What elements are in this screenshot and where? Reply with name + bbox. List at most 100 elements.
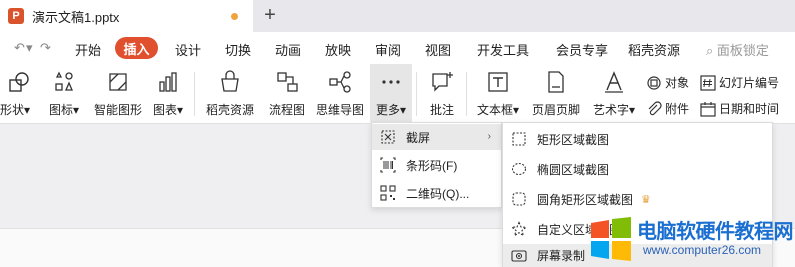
docer-icon: [221, 70, 239, 92]
header-footer-label: 页眉页脚: [531, 103, 580, 117]
ribbon-divider: [416, 72, 417, 116]
barcode-label: 条形码(F): [406, 158, 458, 173]
date-time-button[interactable]: 日期和时间: [700, 100, 779, 117]
attachment-label: 附件: [665, 102, 690, 116]
menu-docer[interactable]: 稻壳资源: [628, 40, 680, 59]
menu-transition[interactable]: 切换: [225, 40, 251, 59]
chart-icon: [159, 72, 177, 92]
watermark-url: www.computer26.com: [643, 243, 762, 257]
comment-button[interactable]: 批注: [422, 64, 462, 122]
menu-developer[interactable]: 开发工具: [477, 40, 529, 59]
caret-icon: ▾: [72, 103, 80, 117]
submenu-arrow-icon: ›: [487, 131, 491, 142]
rect-screenshot-label: 矩形区域截图: [537, 132, 610, 147]
menu-item-qrcode[interactable]: 二维码(Q)...: [372, 180, 501, 206]
undo-icon[interactable]: ↶: [14, 40, 25, 56]
watermark-title: 电脑软硬件教程网: [637, 221, 794, 243]
caret-icon: ▾: [176, 103, 184, 117]
shape-button[interactable]: 形状▾: [0, 64, 38, 122]
docer-resources-button[interactable]: 稻壳资源: [202, 64, 258, 122]
document-title: 演示文稿1.pptx: [32, 9, 120, 25]
star-select-icon: [511, 221, 527, 237]
barcode-icon: [380, 157, 396, 173]
header-footer-icon: [548, 71, 564, 93]
title-tab-bar: P 演示文稿1.pptx +: [0, 0, 795, 32]
rect-select-icon: [512, 132, 526, 146]
site-watermark: 电脑软硬件教程网 www.computer26.com: [589, 213, 795, 267]
menu-review[interactable]: 审阅: [375, 40, 401, 59]
calendar-icon: [700, 101, 716, 117]
menu-slideshow[interactable]: 放映: [325, 40, 351, 59]
smart-graphic-label: 智能图形: [93, 103, 142, 117]
caret-icon: ▾: [512, 103, 520, 117]
document-tab[interactable]: P 演示文稿1.pptx: [0, 0, 253, 32]
slide-number-icon: [700, 74, 716, 91]
chart-button[interactable]: 图表▾: [148, 64, 188, 122]
object-icon: [647, 75, 661, 90]
flowchart-label: 流程图: [268, 103, 305, 117]
flowchart-icon: [277, 72, 298, 92]
smart-graphic-icon: [109, 73, 127, 91]
ellipse-screenshot-label: 椭圆区域截图: [537, 162, 610, 177]
screen-record-label: 屏幕录制: [537, 249, 586, 263]
menu-item-ellipse-screenshot[interactable]: 椭圆区域截图: [503, 154, 772, 184]
docer-label: 稻壳资源: [205, 103, 254, 117]
attachment-button[interactable]: 附件: [646, 100, 689, 117]
more-label: 更多: [375, 103, 400, 117]
wordart-label: 艺术字: [592, 103, 629, 117]
panel-lock-label: 面板锁定: [716, 43, 769, 58]
mindmap-icon: [329, 71, 351, 93]
menu-item-rect-screenshot[interactable]: 矩形区域截图: [503, 124, 772, 154]
search-icon: ⌕: [706, 43, 717, 58]
screen-record-icon: [511, 249, 527, 262]
ribbon-divider: [194, 72, 195, 116]
menu-item-screenshot[interactable]: 截屏 ›: [372, 124, 501, 150]
mindmap-button[interactable]: 思维导图: [313, 64, 367, 122]
caret-icon: ▾: [628, 103, 636, 117]
icons-button[interactable]: 图标▾: [44, 64, 84, 122]
wordart-button[interactable]: 艺术字▾: [588, 64, 640, 122]
chart-label: 图表: [152, 103, 177, 117]
object-label: 对象: [665, 76, 690, 90]
header-footer-button[interactable]: 页眉页脚: [528, 64, 584, 122]
wordart-icon: [605, 71, 623, 93]
paperclip-icon: [648, 100, 662, 115]
object-button[interactable]: 对象: [646, 74, 689, 91]
menu-member[interactable]: 会员专享: [556, 40, 608, 59]
menu-bar: ↶ ▾ ↷ 开始 插入 设计 切换 动画 放映 审阅 视图 开发工具 会员专享 …: [0, 32, 795, 64]
more-dots-icon: [382, 80, 400, 84]
qrcode-label: 二维码(Q)...: [406, 186, 470, 201]
menu-home[interactable]: 开始: [75, 40, 101, 59]
textbox-button[interactable]: 文本框▾: [472, 64, 524, 122]
textbox-label: 文本框: [476, 103, 513, 117]
rounded-rect-select-icon: [512, 192, 526, 206]
panel-lock-toggle[interactable]: ⌕ 面板锁定: [706, 40, 769, 59]
menu-item-rounded-rect-screenshot[interactable]: 圆角矩形区域截图 ♛: [503, 184, 772, 214]
screenshot-label: 截屏: [406, 130, 431, 145]
more-button[interactable]: 更多▾: [370, 64, 412, 122]
flowchart-button[interactable]: 流程图: [264, 64, 310, 122]
rounded-rect-screenshot-label: 圆角矩形区域截图: [537, 192, 634, 207]
icons-label: 图标: [48, 103, 73, 117]
redo-icon[interactable]: ↷: [40, 40, 51, 56]
menu-view[interactable]: 视图: [425, 40, 451, 59]
smart-graphic-button[interactable]: 智能图形: [90, 64, 146, 122]
new-tab-button[interactable]: +: [259, 4, 281, 26]
menu-item-barcode[interactable]: 条形码(F): [372, 152, 501, 178]
caret-icon: ▾: [399, 103, 407, 117]
slide-number-button[interactable]: 幻灯片编号: [700, 74, 779, 91]
undo-dropdown-icon[interactable]: ▾: [26, 40, 33, 56]
icons-icon: [55, 71, 73, 91]
more-dropdown-menu: 截屏 › 条形码(F) 二维码(Q)...: [371, 122, 502, 208]
menu-design[interactable]: 设计: [175, 40, 201, 59]
qrcode-icon: [380, 185, 396, 201]
insert-ribbon: 形状▾ 图标▾ 智能图形 图表▾ 稻壳资源 流程图 思维导图 更多▾ 批注 文本…: [0, 64, 795, 124]
menu-insert[interactable]: 插入: [115, 37, 158, 59]
textbox-icon: [488, 72, 508, 92]
unsaved-indicator: [231, 13, 238, 20]
shape-label: 形状: [0, 103, 25, 117]
slide-number-label: 幻灯片编号: [719, 76, 780, 90]
shape-icon: [9, 72, 29, 92]
menu-animation[interactable]: 动画: [275, 40, 301, 59]
screenshot-icon: [381, 130, 395, 144]
